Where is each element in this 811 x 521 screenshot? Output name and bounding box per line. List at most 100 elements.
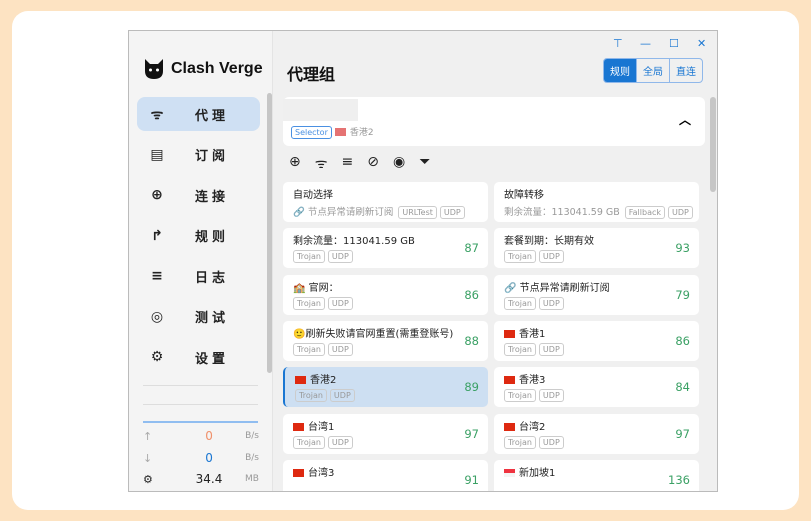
upload-row: ↑ 0 B/s [143,429,259,443]
proxy-delay[interactable]: 87 [464,241,479,255]
proxy-card[interactable]: 香港2 Trojan UDP 89 [283,367,488,408]
proxy-list-scrollbar[interactable] [710,97,716,192]
proxy-card[interactable]: 台湾3 91 [283,459,488,491]
proxy-card[interactable]: 🏫 官网： Trojan UDP 86 [283,274,488,315]
hk-flag-icon [334,128,346,136]
sidebar-item-1[interactable]: ▤ 订阅 [137,138,260,172]
proxy-name: 🏫 官网： [293,282,339,294]
proxy-tag: Trojan [504,389,536,403]
proxy-tag: Trojan [293,296,325,310]
proxy-card[interactable]: 故障转移 剩余流量：113041.59 GB Fallback UDP [494,182,699,222]
proxy-card[interactable]: 🙂刷新失败请官网重置(需重登账号) Trojan UDP 88 [283,320,488,361]
mode-direct-button[interactable]: 直连 [669,59,702,82]
proxy-tag: UDP [327,435,353,449]
proxy-card[interactable]: 新加坡1 136 [494,459,699,491]
app-window: Clash Verge ᯤ 代理 ▤ 订阅 ⊕ 连接 ↱ 规则 ≡ 日志 ◎ 测试 ⚙ 设置 ↑ 0 B/s … [128,30,718,492]
proxy-card[interactable]: 台湾1 Trojan UDP 97 [283,413,488,454]
proxy-delay[interactable]: 93 [675,241,690,255]
proxy-card[interactable]: 香港1 Trojan UDP 86 [494,320,699,361]
proxy-card[interactable]: 自动选择 🔗 节点异常请刷新订阅 URLTest UDP [283,182,488,222]
hk-flag-icon [295,376,306,385]
proxy-tag: UDP [329,389,355,403]
proxy-tag: UDP [538,342,564,356]
maximize-icon[interactable]: ☐ [669,37,679,50]
rule-icon: ↱ [151,227,163,244]
proxy-name: 套餐到期：长期有效 [504,236,594,248]
visibility-icon[interactable]: ◉ [393,154,405,173]
proxy-tag: UDP [327,296,353,310]
traffic-graph [143,421,258,423]
proxy-tag: Trojan [504,435,536,449]
divider [143,404,258,405]
sidebar-item-label: 测试 [195,311,230,326]
proxy-delay[interactable]: 86 [464,288,479,302]
mode-global-button[interactable]: 全局 [636,59,669,82]
radar-icon: ◎ [150,308,164,325]
sidebar-item-label: 规则 [195,230,230,245]
sidebar-item-6[interactable]: ⚙ 设置 [137,340,260,374]
filter-off-icon[interactable]: ⏷ [419,154,430,173]
url-off-icon[interactable]: ⊘ [367,154,379,173]
proxy-card[interactable]: 套餐到期：长期有效 Trojan UDP 93 [494,228,699,269]
proxy-tag: Trojan [293,435,325,449]
hk-flag-icon [504,376,515,385]
download-row: ↓ 0 B/s [143,451,259,465]
sidebar-item-4[interactable]: ≡ 日志 [137,259,260,293]
proxy-card[interactable]: 剩余流量：113041.59 GB Trojan UDP 87 [283,228,488,269]
proxy-card[interactable]: 香港3 Trojan UDP 84 [494,367,699,408]
delay-test-icon[interactable]: ᯤ [315,154,328,173]
sidebar-item-0[interactable]: ᯤ 代理 [137,97,260,131]
minimize-icon[interactable]: — [640,37,651,50]
proxy-name: 剩余流量：113041.59 GB [293,236,415,248]
proxy-delay[interactable]: 86 [675,334,690,348]
proxy-delay[interactable]: 91 [464,473,479,487]
proxy-name: 台湾3 [308,467,335,479]
memory-icon: ⚙ [143,472,153,486]
sidebar-item-label: 设置 [195,351,230,367]
sidebar-item-3[interactable]: ↱ 规则 [137,219,260,253]
gear-icon: ⚙ [150,349,164,365]
proxy-tag: Trojan [504,342,536,356]
proxy-tag: UDP [538,296,564,310]
proxy-tag: UDP [327,250,353,264]
page-title: 代理组 [287,65,336,84]
sidebar-item-label: 代理 [195,108,230,124]
proxy-delay[interactable]: 136 [668,473,690,487]
group-current-proxy: 香港2 [349,128,374,138]
proxy-delay[interactable]: 97 [464,427,479,441]
cn-flag-icon [504,422,515,431]
proxy-name: 台湾1 [308,421,335,433]
proxy-tag: UDP [439,206,465,219]
proxy-tag: Trojan [293,342,325,356]
sidebar-item-5[interactable]: ◎ 测试 [137,300,260,334]
cn-flag-icon [293,422,304,431]
mode-rule-button[interactable]: 规则 [604,59,636,82]
sg-flag-icon [504,468,515,477]
proxy-group-header[interactable]: Selector 香港2 ︿ [283,97,705,146]
proxy-subtitle: 🔗 节点异常请刷新订阅 [293,207,394,218]
proxy-tag: UDP [327,342,353,356]
locate-icon[interactable]: ⊕ [289,154,301,173]
proxy-name: 香港1 [519,328,546,340]
sidebar-scrollbar[interactable] [267,93,272,373]
globe-icon: ⊕ [151,187,163,203]
sidebar-item-label: 日志 [195,270,230,286]
server-icon: ▤ [150,146,164,163]
proxy-delay[interactable]: 79 [675,288,690,302]
sort-icon[interactable]: ≡ [342,154,354,173]
proxy-delay[interactable]: 89 [464,380,479,394]
proxy-card[interactable]: 🔗 节点异常请刷新订阅 Trojan UDP 79 [494,274,699,315]
close-icon[interactable]: ✕ [697,37,706,50]
proxy-delay[interactable]: 88 [464,334,479,348]
memory-unit: MB [245,474,259,484]
arrow-up-icon: ↑ [143,429,153,443]
proxy-toolbar: ⊕ ᯤ ≡ ⊘ ◉ ⏷ [289,154,430,173]
pin-icon[interactable]: ⊤ [613,37,623,50]
mode-switch: 规则 全局 直连 [603,58,703,83]
proxy-subtitle: 剩余流量：113041.59 GB [504,207,620,218]
sidebar-item-2[interactable]: ⊕ 连接 [137,178,260,212]
proxy-delay[interactable]: 84 [675,380,690,394]
collapse-chevron-icon[interactable]: ︿ [679,111,691,128]
proxy-delay[interactable]: 97 [675,427,690,441]
proxy-card[interactable]: 台湾2 Trojan UDP 97 [494,413,699,454]
